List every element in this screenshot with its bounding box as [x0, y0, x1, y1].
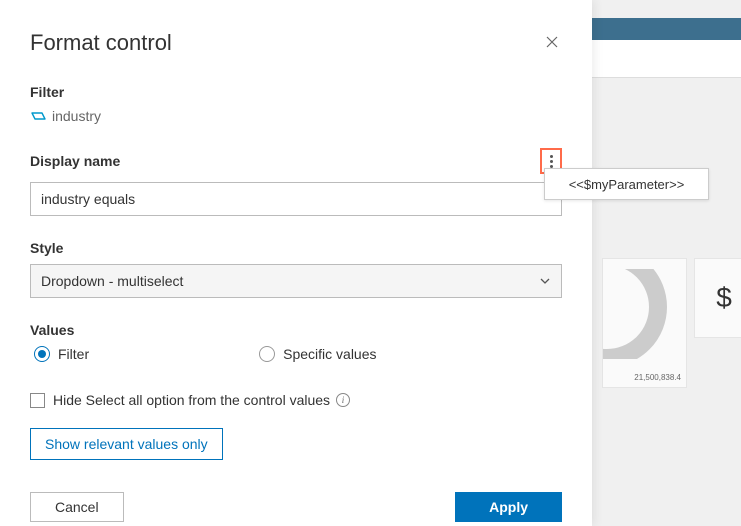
background-number-widget: $ [694, 258, 741, 338]
hide-select-all-checkbox[interactable]: Hide Select all option from the control … [30, 392, 562, 408]
radio-filter-label: Filter [58, 346, 89, 362]
field-icon [30, 110, 46, 122]
show-relevant-values-button[interactable]: Show relevant values only [30, 428, 223, 460]
apply-button[interactable]: Apply [455, 492, 562, 522]
filter-row: industry [30, 108, 562, 124]
cancel-button[interactable]: Cancel [30, 492, 124, 522]
radio-specific-label: Specific values [283, 346, 376, 362]
radio-specific-values[interactable]: Specific values [259, 346, 376, 362]
format-control-panel: Format control Filter industry Display n… [0, 0, 592, 526]
style-label: Style [30, 240, 562, 256]
display-name-label: Display name [30, 153, 120, 169]
background-gauge-widget: 21,500,838.4 [602, 258, 687, 388]
close-button[interactable] [542, 32, 562, 52]
info-icon[interactable]: i [336, 393, 350, 407]
gauge-value: 21,500,838.4 [634, 373, 681, 382]
display-name-input[interactable] [30, 182, 562, 216]
radio-icon-unselected [259, 346, 275, 362]
close-icon [546, 36, 558, 48]
radio-filter[interactable]: Filter [34, 346, 89, 362]
filter-field-name: industry [52, 108, 101, 124]
style-select[interactable]: Dropdown - multiselect [30, 264, 562, 298]
parameter-popover-text: <<$myParameter>> [569, 177, 685, 192]
style-value: Dropdown - multiselect [41, 273, 183, 289]
background-header-bar [592, 18, 741, 40]
background-sub-bar [592, 40, 741, 78]
radio-icon-selected [34, 346, 50, 362]
panel-title: Format control [30, 30, 562, 56]
checkbox-icon [30, 393, 45, 408]
filter-section-label: Filter [30, 84, 562, 100]
chevron-down-icon [539, 275, 551, 287]
values-label: Values [30, 322, 562, 338]
checkbox-label-text: Hide Select all option from the control … [53, 392, 330, 408]
kebab-icon [550, 155, 553, 168]
parameter-popover[interactable]: <<$myParameter>> [544, 168, 709, 200]
